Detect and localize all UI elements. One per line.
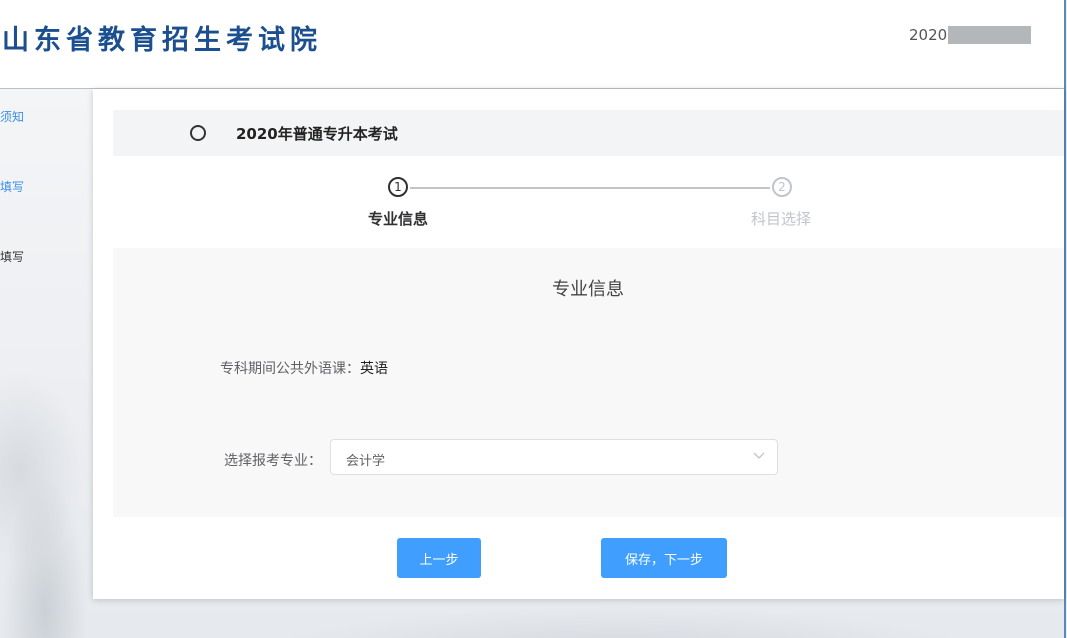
step-connector-line xyxy=(410,187,770,189)
exam-title: 2020年普通专升本考试 xyxy=(236,125,398,143)
sidebar-item-fill-info[interactable]: 填写 xyxy=(0,178,24,195)
save-next-button[interactable]: 保存，下一步 xyxy=(601,538,727,578)
major-select[interactable]: 会计学 xyxy=(330,439,778,475)
major-select-label: 选择报考专业： xyxy=(224,453,322,469)
chevron-down-icon xyxy=(753,452,765,459)
step-2-circle: 2 xyxy=(772,177,792,197)
exam-header-bar: 2020年普通专升本考试 xyxy=(113,110,1064,156)
sidebar: 须知 填写 填写 xyxy=(0,89,92,638)
foreign-language-value: 英语 xyxy=(360,361,388,377)
page-header: 山东省教育招生考试院 2020 xyxy=(0,0,1064,89)
redacted-user-id xyxy=(948,26,1032,44)
panel-title: 专业信息 xyxy=(552,279,624,300)
form-panel: 专业信息 专科期间公共外语课：英语 选择报考专业： 会计学 xyxy=(113,248,1064,517)
site-logo: 山东省教育招生考试院 xyxy=(2,25,322,56)
main-card: 2020年普通专升本考试 1 2 专业信息 科目选择 专业信息 专科期间公共外语… xyxy=(93,89,1064,599)
major-select-value: 会计学 xyxy=(346,454,386,469)
step-2-label: 科目选择 xyxy=(751,210,812,228)
foreign-language-row: 专科期间公共外语课：英语 xyxy=(220,358,388,378)
radio-circle-icon xyxy=(190,125,206,141)
step-1-circle: 1 xyxy=(388,177,408,197)
user-account[interactable]: 2020 xyxy=(909,26,1032,44)
sidebar-item-notice[interactable]: 须知 xyxy=(0,108,24,125)
step-1-label: 专业信息 xyxy=(368,210,429,228)
previous-step-button[interactable]: 上一步 xyxy=(397,538,481,578)
foreign-language-label: 专科期间公共外语课： xyxy=(220,361,360,377)
right-edge-divider xyxy=(1064,0,1066,638)
sidebar-item-fill-form[interactable]: 填写 xyxy=(0,248,24,265)
user-id-prefix: 2020 xyxy=(909,26,948,44)
